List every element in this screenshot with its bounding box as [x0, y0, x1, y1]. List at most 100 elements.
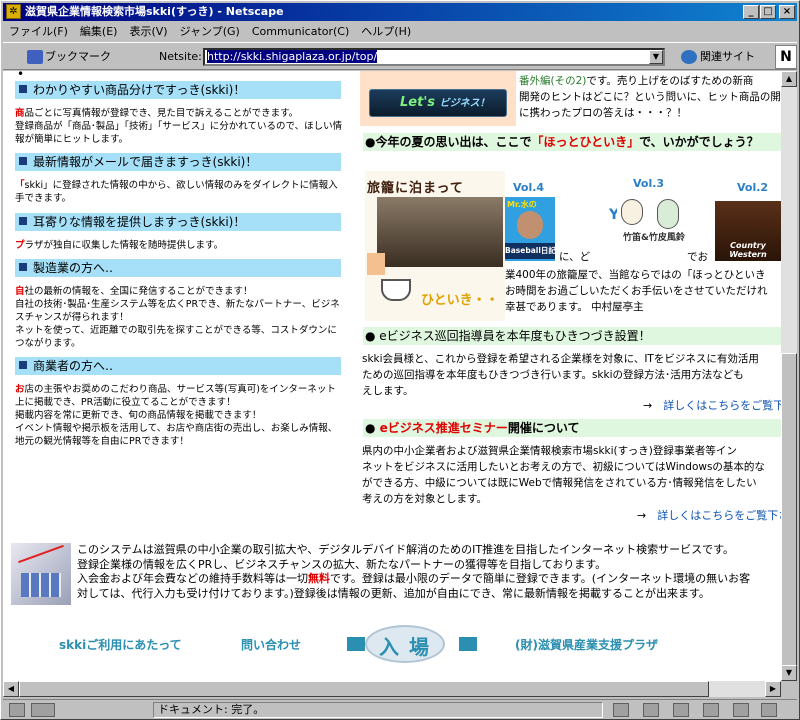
vol2-image[interactable]: Country Western [715, 201, 781, 261]
hotto-caption: ひといき・・ [421, 293, 499, 308]
menu-edit[interactable]: 編集(E) [74, 22, 124, 41]
status-icon [643, 703, 659, 717]
minimize-button[interactable]: _ [743, 5, 759, 19]
netscape-app-icon: ✲ [6, 4, 21, 19]
intro-highlight-link[interactable]: 番外編(その2) [519, 75, 586, 87]
ebiz-line: skki会員様と、これから登録を希望される企業様を対象に、ITをビジネスに有効活… [362, 353, 759, 365]
square-bullet-icon [19, 85, 27, 93]
square-bullet-icon [19, 217, 27, 225]
hotto-title: 旅籠に泊まって [367, 181, 464, 196]
related-sites-button[interactable]: 関連サイト [681, 47, 755, 67]
scroll-left-icon[interactable]: ◀ [3, 681, 19, 697]
intro-line: 開発のヒントはどこに？という問いに、ヒット商品の開 [519, 91, 781, 103]
browser-window: ✲ 滋賀県企業情報検索市場skki(すっき) - Netscape _ □ × … [0, 0, 800, 720]
bottom-info-line: 入会金および年会費などの維持手数料等は一切無料です。登録は最小限のデータで簡単に… [77, 572, 751, 585]
plaza-link[interactable]: (財)滋賀県産業支援プラザ [515, 636, 658, 653]
summer-heading: ●今年の夏の思い出は、ここで「ほっとひといき」で、いかがでしょう？ [363, 133, 781, 151]
security-icon[interactable] [9, 703, 25, 717]
summer-text: 幸甚であります。 中村屋亭主 [505, 301, 644, 313]
intro-line: に携わったプロの答えは・・・？！ [519, 107, 687, 119]
news-icon[interactable] [703, 703, 719, 717]
trend-line-icon [18, 544, 64, 564]
vol4-image[interactable]: Mr.水の Baseball日記 [505, 197, 555, 261]
url-field[interactable]: http://skki.shigaplaza.or.jp/top/ ▼ [203, 48, 665, 66]
bottom-info: このシステムは滋賀県の中小企業の取引拡大や、デジタルデバイド解消のためのIT推進… [77, 543, 781, 601]
status-bar: ドキュメント: 完了。 [3, 699, 797, 719]
connection-icon [31, 703, 55, 717]
scroll-up-icon[interactable]: ▲ [781, 71, 797, 87]
coffee-cup-icon [381, 279, 411, 301]
navigator-icon[interactable] [761, 703, 777, 717]
skki-chart-logo [11, 543, 71, 605]
composer-icon[interactable] [733, 703, 749, 717]
scroll-corner [781, 681, 797, 697]
status-text: ドキュメント: 完了。 [153, 702, 603, 718]
enter-button[interactable]: 入場 [345, 623, 479, 665]
cartoon-face-icon [657, 199, 679, 229]
menu-go[interactable]: ジャンプ(G) [174, 22, 246, 41]
seminar-line: ネットをビジネスに活用したいとお考えの方で、初級についてはWindowsの基本的… [362, 461, 765, 473]
left-section-body: 自社の最新の情報を、全国に発信することができます！ 自社の技術･製品･生産システ… [15, 286, 340, 349]
scroll-down-icon[interactable]: ▼ [781, 665, 797, 681]
left-section-heading: 耳寄りな情報を提供しますっき(skki)！ [15, 213, 341, 231]
left-section-heading: 最新情報がメールで届きますっき(skki)！ [15, 153, 341, 171]
seminar-link[interactable]: eビジネス推進セミナー [380, 421, 508, 435]
ebiz-heading: ● eビジネス巡回指導員を本年度もひきつづき設置！ [363, 327, 781, 345]
square-bullet-icon [19, 263, 27, 271]
close-button[interactable]: × [779, 5, 795, 19]
ebiz-line: ための巡回指導を本年度もひきつづき行います。skkiの登録方法･活用方法なども [362, 369, 744, 381]
url-dropdown-icon[interactable]: ▼ [649, 50, 663, 64]
seminar-line: 考えの方を対象とします。 [362, 493, 487, 505]
enter-right-bar [459, 637, 477, 651]
bookmark-button[interactable]: ブックマーク [27, 47, 111, 67]
square-bullet-icon [19, 157, 27, 165]
vol4-label: Vol.4 [513, 181, 545, 194]
seminar-line: 県内の中小企業者および滋賀県企業情報検索市場skki(すっき)登録事業者等イン [362, 445, 737, 457]
page-content: • わかりやすい商品分けですっき(skki)！ 商品ごとに写真情報が登録でき、見… [3, 71, 781, 681]
window-title: 滋賀県企業情報検索市場skki(すっき) - Netscape [25, 5, 284, 18]
bookmark-icon [27, 50, 43, 64]
square-bullet-icon [19, 361, 27, 369]
contact-link[interactable]: 問い合わせ [241, 636, 301, 653]
mail-icon[interactable] [673, 703, 689, 717]
scroll-right-icon[interactable]: ▶ [765, 681, 781, 697]
menu-bar: ファイル(F) 編集(E) 表示(V) ジャンプ(G) Communicator(C) ヘ… [3, 22, 797, 41]
bookmark-label: ブックマーク [45, 50, 111, 63]
details-link-2[interactable]: → 詳しくはこちらをご覧下さ [637, 507, 781, 523]
title-bar: ✲ 滋賀県企業情報検索市場skki(すっき) - Netscape _ □ × [3, 3, 797, 21]
bottom-info-line: 登録企業様の情報を広くPRし、ビジネスチャンスの拡大、新たなパートナーの獲得等を… [77, 557, 607, 571]
building-blocks-icon [21, 573, 61, 597]
left-section-body: 商品ごとに写真情報が登録でき、見た目で訴えることができます。 登録商品が「商品･… [15, 108, 343, 145]
cartoon-face-icon [621, 199, 643, 225]
left-section-heading: わかりやすい商品分けですっき(skki)！ [15, 81, 341, 99]
related-label: 関連サイト [700, 50, 755, 63]
horizontal-scroll-thumb[interactable] [19, 681, 709, 697]
menu-file[interactable]: ファイル(F) [3, 22, 74, 41]
hotto-hitoiki-banner[interactable]: 旅籠に泊まって ひといき・・ [365, 171, 505, 321]
left-section-heading: 製造業の方へ‥ [15, 259, 341, 277]
maximize-button[interactable]: □ [760, 5, 776, 19]
url-text: http://skki.shigaplaza.or.jp/top/ [207, 50, 378, 63]
terms-link[interactable]: skkiご利用にあたって [59, 636, 182, 653]
inn-photo [377, 197, 503, 267]
summer-text: 業400年の旅籠屋で、当館ならではの「ほっとひといき [505, 269, 766, 281]
left-section-body: お店の主張やお奨めのこだわり商品、サービス等(写真可)をインターネット上に掲載で… [15, 384, 338, 447]
horizontal-scrollbar[interactable]: ◀ ▶ [3, 681, 781, 697]
status-icon [613, 703, 629, 717]
enter-left-bar [347, 637, 365, 651]
menu-view[interactable]: 表示(V) [123, 22, 173, 41]
vertical-scrollbar[interactable]: ▲ ▼ [781, 71, 797, 681]
top-bullet: • [17, 71, 25, 81]
vertical-scroll-thumb[interactable] [781, 353, 797, 679]
menu-communicator[interactable]: Communicator(C) [246, 22, 355, 41]
left-section-heading: 商業者の方へ‥ [15, 357, 341, 375]
bottom-info-line: このシステムは滋賀県の中小企業の取引拡大や、デジタルデバイド解消のためのIT推進… [77, 543, 734, 556]
menu-help[interactable]: ヘルプ(H) [355, 22, 417, 41]
vol3-image[interactable]: 竹笛&竹皮風鈴 [617, 195, 689, 259]
summer-text: お時間をお過ごしいただくお手伝いをさせていただけれ [505, 285, 768, 297]
lets-biz-banner[interactable]: Let's ビジネス！ [369, 89, 507, 117]
details-link-1[interactable]: → 詳しくはこちらをご覧下さ [643, 397, 781, 413]
left-section-body: 「skki」に登録された情報の中から、欲しい情報のみをダイレクトに情報入手できま… [15, 180, 338, 204]
bottom-info-line: 対しては、代行入力も受け付けております。)登録後は情報の更新、追加が自由にでき、… [77, 586, 710, 600]
orange-corner [367, 253, 385, 275]
